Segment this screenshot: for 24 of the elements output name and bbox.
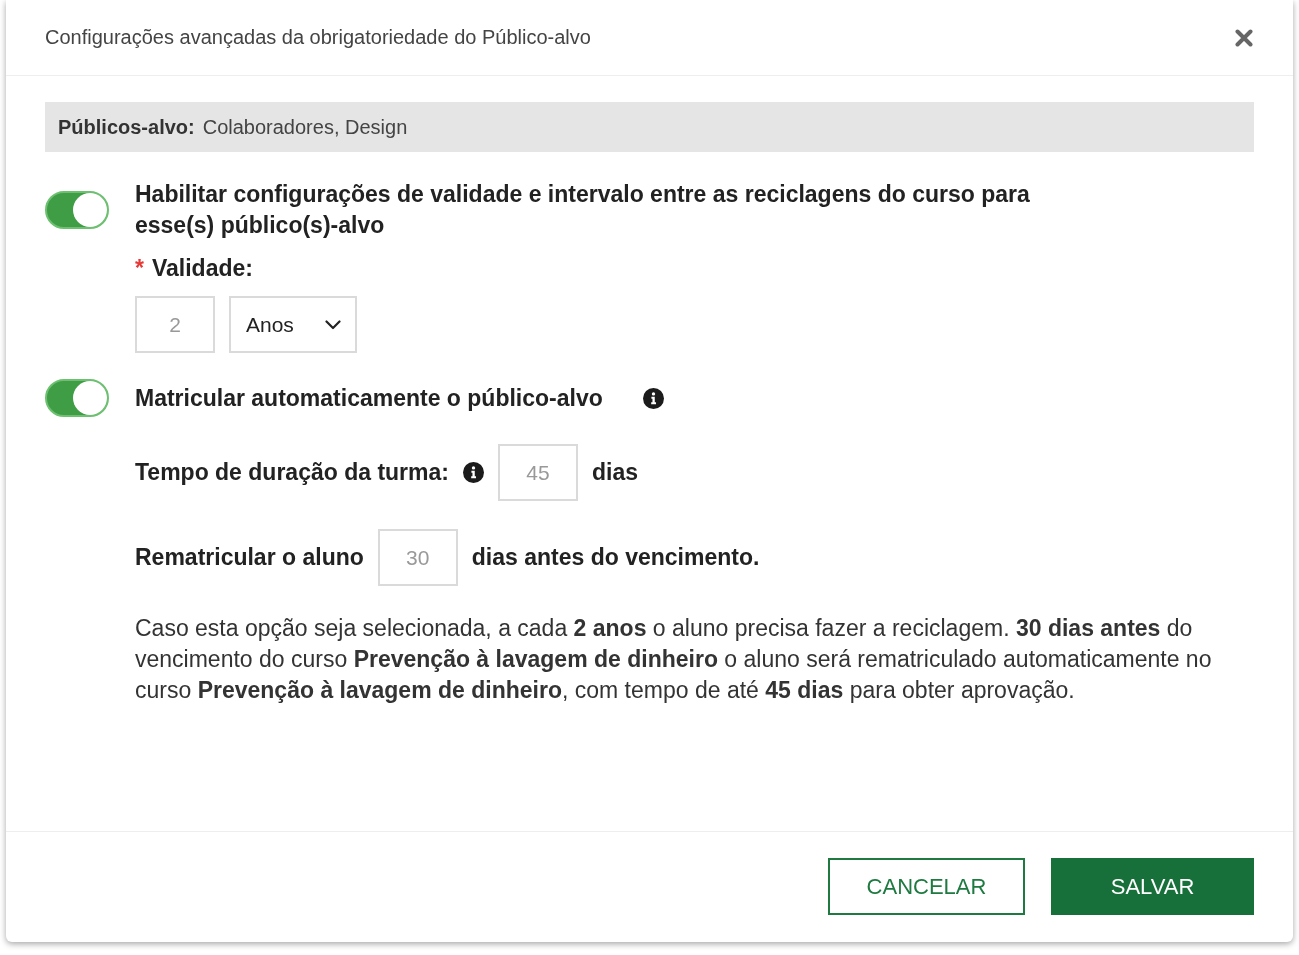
field-label: Validade:	[151, 254, 253, 283]
number-field[interactable]: 45	[497, 444, 578, 501]
chevron-icon	[325, 319, 341, 330]
field-label: Rematricular o aluno	[135, 544, 364, 571]
toggle-switch[interactable]	[45, 379, 109, 417]
number-field[interactable]: 2	[135, 296, 215, 353]
toggle-switch[interactable]	[45, 191, 109, 229]
number-field[interactable]: 30	[377, 529, 458, 586]
audience-label: Públicos-alvo:	[58, 115, 195, 139]
required-mark: *	[135, 254, 144, 283]
cancel-button[interactable]: CANCELAR	[828, 858, 1025, 915]
toggle-label: Habilitar configurações de validade e intervalo entre as reciclagens do curso para esse(s) público(s)-alvo	[135, 180, 1031, 240]
toggle-label: Matricular automaticamente o público-alvo	[135, 383, 603, 413]
dialog-title: Configurações avançadas da obrigatoriedade do Público-alvo	[45, 26, 591, 49]
info-icon[interactable]	[462, 462, 484, 483]
info-icon[interactable]	[642, 387, 664, 409]
close-icon[interactable]	[1235, 28, 1253, 47]
save-button[interactable]: SALVAR	[1051, 858, 1254, 915]
unit-select[interactable]: Anos	[229, 296, 357, 353]
unit-label: dias	[591, 459, 638, 486]
field-label: Tempo de duração da turma:	[135, 459, 449, 486]
field-suffix: dias antes do vencimento.	[471, 544, 760, 571]
explanation-text: Caso esta opção seja selecionada, a cada 2 anos o aluno precisa fazer a reciclagem. 30 dias antes do vencimento do curso Prevenção à lavagem de dinheiro o aluno será rematriculado automaticamente no curso Prevenção à lavagem de dinheiro, com tempo de até 45 dias para obter aprovação.	[135, 614, 1213, 705]
audience-value: Colaboradores, Design	[202, 115, 408, 139]
